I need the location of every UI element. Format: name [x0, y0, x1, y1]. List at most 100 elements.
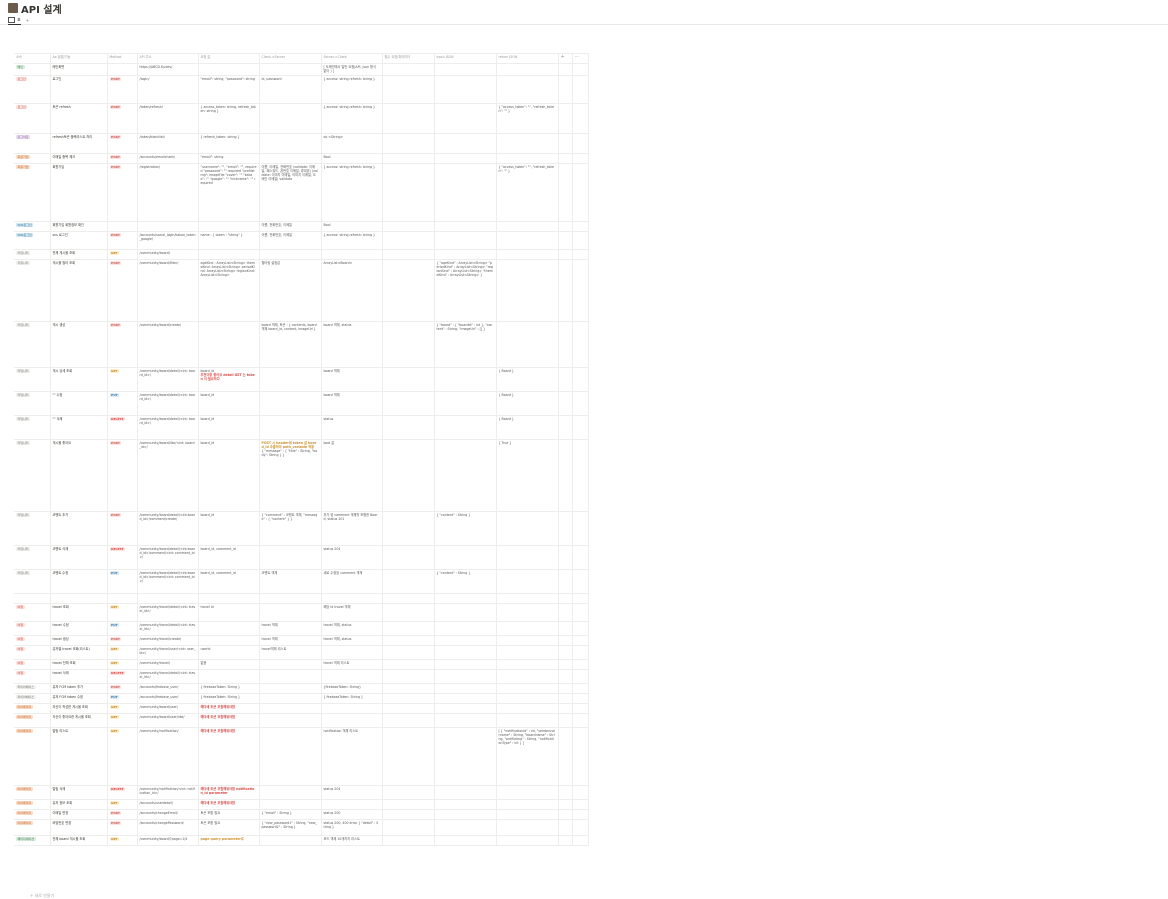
column-header[interactable]: 요청 값: [197, 53, 260, 64]
add-view-button[interactable]: +: [26, 18, 29, 23]
cell-url[interactable]: /community/board/create/: [136, 321, 199, 368]
table-row[interactable]: 페이지네이션 전체 board 게시물 조회 GET/community/board…: [14, 835, 589, 846]
cell-url[interactable]: /community/notification/: [136, 727, 199, 786]
cell-required[interactable]: [381, 593, 435, 604]
cell-method[interactable]: POST: [106, 259, 138, 322]
cell-method[interactable]: POST: [106, 231, 138, 250]
cell-category[interactable]: 커뮤니티: [14, 321, 51, 368]
table-row[interactable]: 회원가입 이메일 중복 체크 POST/accounts/emailcheck/"e…: [14, 153, 589, 164]
cell-server-client[interactable]: { access: string refresh: string }: [320, 103, 383, 134]
cell-category[interactable]: 페이지네이션: [14, 835, 51, 846]
cell-server-client[interactable]: Bool: [320, 221, 383, 232]
column-header[interactable]: return JSON: [495, 53, 559, 64]
cell-server-client[interactable]: travel 객체 리스트: [320, 659, 383, 670]
cell-category[interactable]: SNS로그인: [14, 221, 51, 232]
cell-url[interactable]: /community/board/detail/<int:board_id>/c…: [136, 511, 199, 546]
cell-name[interactable]: travel 생성: [49, 635, 108, 646]
cell-name[interactable]: 게시 상세 조회: [49, 367, 108, 392]
cell-return-json[interactable]: [495, 221, 559, 232]
cell-server-client[interactable]: board 객체: [320, 367, 383, 392]
cell-server-client[interactable]: 보드 객체 10개까지 리스트: [320, 835, 383, 846]
cell-client-server[interactable]: [258, 659, 322, 670]
cell-name[interactable]: 로그인: [49, 75, 108, 104]
cell-name[interactable]: 코멘트 추가: [49, 511, 108, 546]
cell-name[interactable]: 알림 리스트: [49, 727, 108, 786]
cell-url[interactable]: /community/travel/user/<int: user_id>/: [136, 645, 199, 660]
cell-method[interactable]: GET: [106, 799, 138, 810]
cell-method[interactable]: GET: [106, 659, 138, 670]
cell-required[interactable]: [381, 231, 435, 250]
cell-name[interactable]: 코멘트 수정: [49, 569, 108, 594]
cell-server-client[interactable]: [320, 799, 383, 810]
cell-method[interactable]: DELETE: [106, 545, 138, 570]
cell-name[interactable]: 게시 생성: [49, 321, 108, 368]
cell-return-json[interactable]: [495, 133, 559, 154]
cell-name[interactable]: 비밀번호 변경: [49, 819, 108, 836]
cell-required[interactable]: [381, 785, 435, 800]
cell-input-json[interactable]: [433, 439, 497, 512]
cell-client-server[interactable]: [258, 669, 322, 684]
cell-return-json[interactable]: [495, 799, 559, 810]
cell-return-json[interactable]: [495, 249, 559, 260]
cell-request[interactable]: board_id 추천이랑 좋아요 detail GET 는 token 이 필요…: [197, 367, 260, 392]
column-header[interactable]: API 주소: [136, 53, 199, 64]
cell-required[interactable]: [381, 727, 435, 786]
cell-client-server[interactable]: [258, 153, 322, 164]
cell-method[interactable]: PUT: [106, 391, 138, 416]
cell-url[interactable]: /community/board/detail/<int:board_id>/c…: [136, 545, 199, 570]
cell-request[interactable]: { firebaseToken: String }: [197, 683, 260, 694]
cell-client-server[interactable]: [258, 835, 322, 846]
cell-return-json[interactable]: [ { "notificationId" : int, "senderusern…: [495, 727, 559, 786]
cell-return-json[interactable]: [495, 259, 559, 322]
cell-input-json[interactable]: [433, 133, 497, 154]
cell-name[interactable]: 알림 삭제: [49, 785, 108, 800]
cell-url[interactable]: /community/travel/detail/<int: travel_id…: [136, 603, 199, 622]
cell-client-server[interactable]: 코멘트 객체: [258, 569, 322, 594]
cell-category[interactable]: 마이페이지: [14, 819, 51, 836]
cell-category[interactable]: 회원가입: [14, 153, 51, 164]
cell-required[interactable]: [381, 153, 435, 164]
cell-required[interactable]: [381, 569, 435, 594]
cell-category[interactable]: 커뮤니티: [14, 391, 51, 416]
cell-category[interactable]: 로그인: [14, 75, 51, 104]
cell-server-client[interactable]: board 객체: [320, 391, 383, 416]
cell-server-client[interactable]: [320, 249, 383, 260]
cell-name[interactable]: 전체 게시물 조회: [49, 249, 108, 260]
cell-client-server[interactable]: 필터링 설정값: [258, 259, 322, 322]
table-row[interactable]: 여행 유저별 travel 조회(리스트) GET/community/travel…: [14, 645, 589, 660]
table-row[interactable]: 커뮤니티 코멘트 삭제 DELETE/community/board/detail/…: [14, 545, 589, 570]
cell-required[interactable]: [381, 835, 435, 846]
cell-server-client[interactable]: board 객체, status: [320, 321, 383, 368]
cell-input-json[interactable]: [433, 635, 497, 646]
cell-request[interactable]: [197, 593, 260, 604]
cell-category[interactable]: 마이페이지: [14, 727, 51, 786]
cell-category[interactable]: 커뮤니티: [14, 415, 51, 440]
cell-client-server[interactable]: [258, 545, 322, 570]
cell-client-server[interactable]: { "comment" : 코멘트 객체, "message" : { "con…: [258, 511, 322, 546]
cell-category[interactable]: 로그아웃: [14, 133, 51, 154]
cell-required[interactable]: [381, 249, 435, 260]
cell-request[interactable]: 헤더에 토큰 포함해줘야함: [197, 799, 260, 810]
cell-category[interactable]: 커뮤니티: [14, 249, 51, 260]
cell-input-json[interactable]: [433, 645, 497, 660]
cell-method[interactable]: POST: [106, 809, 138, 820]
cell-name[interactable]: 코멘트 삭제: [49, 545, 108, 570]
cell-client-server[interactable]: board 객체, 토큰 : { contents, board 객체 boar…: [258, 321, 322, 368]
cell-client-server[interactable]: { "email" : String }: [258, 809, 322, 820]
table-row[interactable]: 여행 travel 전체 조회 GET/community/travel/없음 tra…: [14, 659, 589, 670]
cell-category[interactable]: 로그인: [14, 103, 51, 134]
cell-method[interactable]: GET: [106, 645, 138, 660]
cell-request[interactable]: board_id, comment_id: [197, 545, 260, 570]
new-row-button[interactable]: + 새로 만들기: [30, 893, 54, 899]
cell-url[interactable]: /community/travel/create/: [136, 635, 199, 646]
table-row[interactable]: 커뮤니티 게시 생성 POST/community/board/create/boa…: [14, 321, 589, 368]
cell-input-json[interactable]: [433, 727, 497, 786]
cell-url[interactable]: /community/board/detail/<int:board_id>/c…: [136, 569, 199, 594]
cell-return-json[interactable]: [495, 683, 559, 694]
cell-request[interactable]: "email": string, "password": string: [197, 75, 260, 104]
cell-input-json[interactable]: { "content" : String }: [433, 511, 497, 546]
cell-name[interactable]: 이메일 변경: [49, 809, 108, 820]
cell-name[interactable]: 유저 정보 조회: [49, 799, 108, 810]
cell-input-json[interactable]: [433, 683, 497, 694]
cell-request[interactable]: 헤더에 토큰 포함해줘야함: [197, 703, 260, 714]
